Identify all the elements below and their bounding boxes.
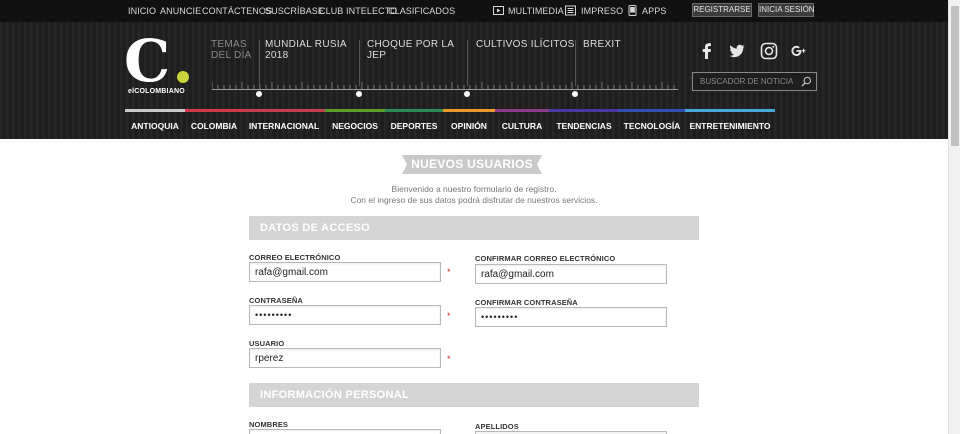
toplink-club-intelecto[interactable]: CLUB INTELECTO	[319, 6, 397, 16]
facebook-icon[interactable]	[698, 42, 716, 60]
timeline-marker	[256, 91, 262, 97]
timeline-marker	[464, 91, 470, 97]
nav-item-tecnologia[interactable]: TECNOLOGÍA	[619, 109, 685, 139]
nav-color-bar	[549, 109, 619, 112]
nav-label: ENTRETENIMIENTO	[689, 121, 771, 131]
username-label: USUARIO	[249, 339, 285, 348]
nombres-label: NOMBRES	[249, 420, 289, 429]
google-plus-icon[interactable]	[790, 42, 808, 60]
email-label: CORREO ELECTRÓNICO	[249, 253, 341, 262]
toplink-anuncie[interactable]: ANUNCIE	[160, 6, 201, 16]
nav-label: COLOMBIA	[190, 121, 238, 131]
nav-label: DEPORTES	[390, 121, 438, 131]
section-header-personal: INFORMACIÓN PERSONAL	[249, 383, 699, 407]
nav-item-antioquia[interactable]: ANTIOQUIA	[125, 109, 185, 139]
register-button[interactable]: REGISTRARSE	[692, 3, 752, 17]
apellidos-label: APELLIDOS	[475, 422, 519, 431]
nav-color-bar	[619, 109, 685, 112]
nav-color-bar	[443, 109, 495, 112]
instagram-icon[interactable]	[760, 42, 778, 60]
toplink-apps[interactable]: APPS	[642, 6, 666, 16]
section-header-access: DATOS DE ACCESO	[249, 216, 699, 240]
nav-item-internacional[interactable]: INTERNACIONAL	[243, 109, 325, 139]
news-search-input[interactable]	[693, 73, 793, 90]
nombres-field[interactable]	[249, 429, 441, 434]
intro-text-line2: Con el ingreso de sus datos podrá disfru…	[350, 195, 598, 205]
topic-choque-jep[interactable]: CHOQUE POR LA JEP	[367, 39, 457, 61]
intro-text-line1: Bienvenido a nuestro formulario de regis…	[391, 184, 557, 194]
nav-item-deportes[interactable]: DEPORTES	[385, 109, 443, 139]
section-nav: ANTIOQUIA COLOMBIA INTERNACIONAL NEGOCIO…	[125, 109, 775, 139]
logo-dot	[177, 71, 189, 83]
logo-letter: C	[124, 27, 171, 95]
confirm-password-field[interactable]	[475, 307, 667, 327]
multimedia-icon[interactable]	[493, 5, 504, 16]
nav-label: OPINIÓN	[451, 121, 487, 131]
nav-label: INTERNACIONAL	[248, 121, 320, 131]
nav-label: TECNOLOGÍA	[623, 121, 681, 131]
nav-color-bar	[385, 109, 443, 112]
toplink-suscribase[interactable]: SUSCRÍBASE	[265, 6, 324, 16]
required-marker: *	[447, 354, 451, 364]
confirm-password-label: CONFIRMAR CONTRASEÑA	[475, 298, 578, 307]
email-field[interactable]	[249, 262, 441, 282]
nav-label: NEGOCIOS	[332, 121, 378, 131]
topics-timeline	[212, 82, 678, 90]
nav-item-tendencias[interactable]: TENDENCIAS	[549, 109, 619, 139]
password-field[interactable]	[249, 305, 441, 325]
top-bar: INICIO ANUNCIE CONTÁCTENOS SUSCRÍBASE CL…	[0, 0, 948, 22]
nav-item-entretenimiento[interactable]: ENTRETENIMIENTO	[685, 109, 775, 139]
login-button[interactable]: INICIA SESIÓN	[758, 3, 815, 17]
required-marker: *	[447, 267, 451, 277]
page-title: NUEVOS USUARIOS	[411, 157, 533, 171]
header: C elCOLOMBIANO TEMAS DEL DÍA MUNDIAL RUS…	[0, 22, 948, 139]
nav-label: ANTIOQUIA	[131, 121, 179, 131]
page: INICIO ANUNCIE CONTÁCTENOS SUSCRÍBASE CL…	[0, 0, 960, 434]
nav-color-bar	[495, 109, 549, 112]
scrollbar-thumb[interactable]	[951, 6, 959, 146]
toplink-impreso[interactable]: IMPRESO	[581, 6, 623, 16]
site-logo[interactable]: C elCOLOMBIANO	[124, 32, 194, 98]
nav-color-bar	[185, 109, 243, 112]
nav-label: CULTURA	[501, 121, 543, 131]
twitter-icon[interactable]	[728, 42, 746, 60]
nav-color-bar	[243, 109, 325, 112]
nav-item-opinion[interactable]: OPINIÓN	[443, 109, 495, 139]
topic-mundial-rusia[interactable]: MUNDIAL RUSIA 2018	[265, 39, 350, 61]
password-label: CONTRASEÑA	[249, 296, 303, 305]
nav-item-colombia[interactable]: COLOMBIA	[185, 109, 243, 139]
nav-color-bar	[125, 109, 185, 112]
section-title-personal: INFORMACIÓN PERSONAL	[260, 389, 409, 401]
toplink-contactenos[interactable]: CONTÁCTENOS	[202, 6, 272, 16]
timeline-marker	[572, 91, 578, 97]
nav-item-cultura[interactable]: CULTURA	[495, 109, 549, 139]
timeline-marker	[356, 91, 362, 97]
toplink-clasificados[interactable]: CLASIFICADOS	[388, 6, 455, 16]
logo-brand-text: elCOLOMBIANO	[128, 88, 185, 95]
toplink-inicio[interactable]: INICIO	[128, 6, 156, 16]
temas-del-dia-label: TEMAS DEL DÍA	[211, 39, 252, 61]
news-search-box	[692, 72, 817, 91]
topic-cultivos-ilicitos[interactable]: CULTIVOS ILÍCITOS	[476, 39, 576, 50]
toplink-multimedia[interactable]: MULTIMEDIA	[508, 6, 564, 16]
topic-brexit[interactable]: BREXIT	[583, 39, 643, 50]
page-scrollbar[interactable]	[948, 0, 960, 434]
newspaper-icon[interactable]	[565, 5, 576, 16]
required-marker: *	[447, 311, 451, 321]
username-field[interactable]	[249, 348, 441, 368]
nav-color-bar	[325, 109, 385, 112]
section-title-access: DATOS DE ACCESO	[260, 222, 371, 234]
nav-label: TENDENCIAS	[556, 121, 612, 131]
search-icon[interactable]	[801, 76, 812, 87]
mobile-icon[interactable]	[627, 5, 638, 16]
confirm-email-label: CONFIRMAR CORREO ELECTRÓNICO	[475, 254, 616, 263]
nav-color-bar	[685, 109, 775, 112]
nav-item-negocios[interactable]: NEGOCIOS	[325, 109, 385, 139]
confirm-email-field[interactable]	[475, 264, 667, 284]
